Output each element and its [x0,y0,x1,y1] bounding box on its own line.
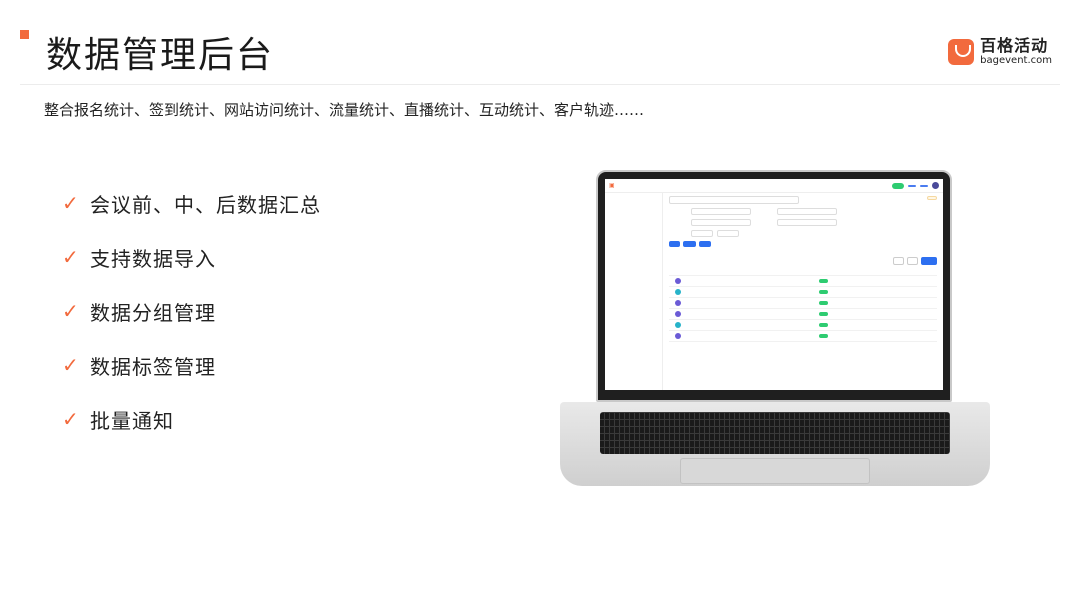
laptop-screen: ▣ [605,179,943,390]
page-title: 数据管理后台 [46,35,275,76]
app-table [669,265,937,342]
feature-item: ✓ 会议前、中、后数据汇总 [62,176,321,230]
app-main [663,193,943,390]
checkmark-icon: ✓ [62,299,79,323]
laptop-base [560,402,990,486]
app-pill [908,184,916,187]
app-topbar: ▣ [605,179,943,193]
laptop-trackpad [680,458,870,484]
feature-item: ✓ 数据标签管理 [62,338,321,392]
app-toggle [892,182,904,189]
app-logo: ▣ [609,182,615,189]
checkmark-icon: ✓ [62,245,79,269]
checkmark-icon: ✓ [62,191,79,215]
feature-list: ✓ 会议前、中、后数据汇总 ✓ 支持数据导入 ✓ 数据分组管理 ✓ 数据标签管理 ✓ 批量… [62,176,321,446]
app-table-actions [669,257,937,265]
brand-logo: 百格活动 bagevent.com [948,38,1052,66]
checkmark-icon: ✓ [62,407,79,431]
header-divider [20,84,1060,85]
laptop-keyboard [600,412,950,454]
feature-item: ✓ 批量通知 [62,392,321,446]
feature-label: 支持数据导入 [90,246,216,271]
app-pill [920,184,928,187]
laptop-mockup: ▣ [560,170,990,490]
feature-label: 会议前、中、后数据汇总 [90,192,321,217]
logo-domain: bagevent.com [980,55,1052,66]
feature-label: 批量通知 [90,408,174,433]
checkmark-icon: ✓ [62,353,79,377]
avatar [932,182,939,189]
feature-item: ✓ 支持数据导入 [62,230,321,284]
subtitle: 整合报名统计、签到统计、网站访问统计、流量统计、直播统计、互动统计、客户轨迹…… [44,101,645,119]
laptop-lid: ▣ [596,170,952,402]
feature-label: 数据标签管理 [90,354,216,379]
logo-icon [948,39,975,65]
app-buttons [669,241,937,247]
app-sidebar [605,193,663,390]
app-search [669,196,799,204]
logo-name: 百格活动 [980,36,1049,55]
feature-item: ✓ 数据分组管理 [62,284,321,338]
app-toast [927,196,937,200]
accent-square [20,30,29,39]
feature-label: 数据分组管理 [90,300,216,325]
